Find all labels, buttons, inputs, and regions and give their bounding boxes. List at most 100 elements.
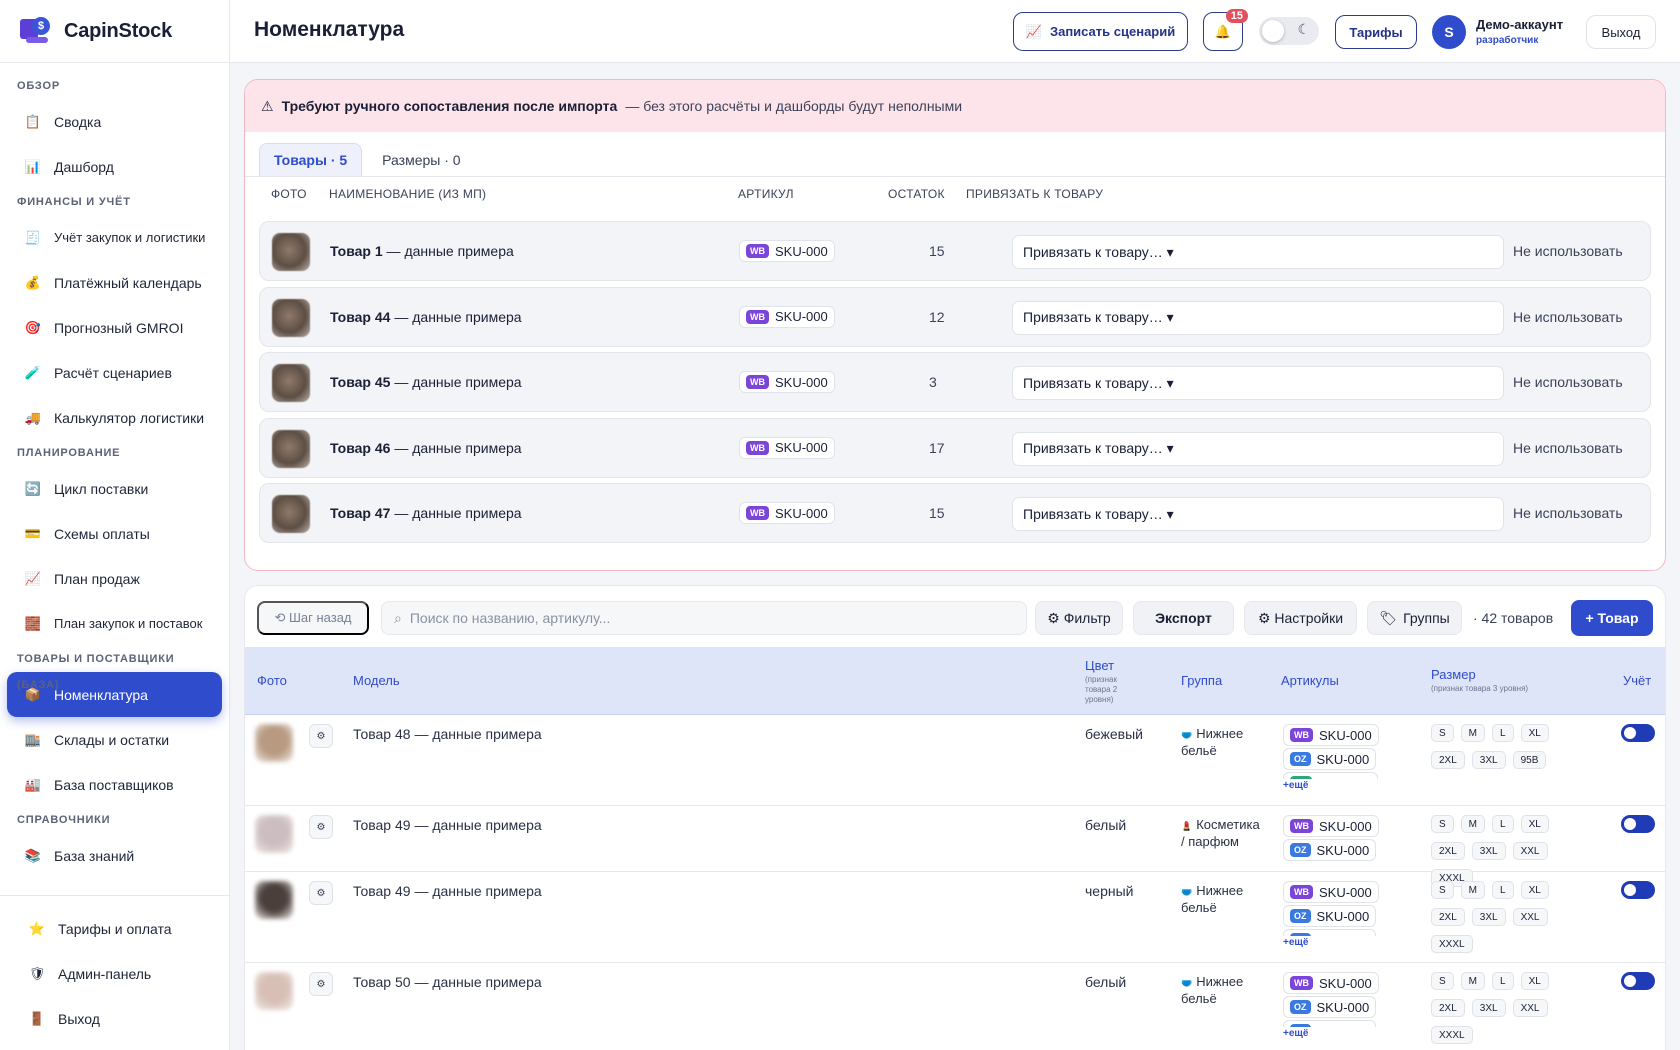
sidebar-item[interactable]: 🚚 Калькулятор логистики	[7, 395, 222, 440]
sku-badge: WB SKU-000	[1283, 724, 1379, 746]
undo-button[interactable]: ⟲ Шаг назад	[257, 601, 369, 635]
do-not-use-link[interactable]: Не использовать	[1513, 440, 1623, 456]
filter-button[interactable]: ⚙ Фильтр	[1035, 601, 1123, 635]
link-to-product-select[interactable]: Привязать к товару… ▾	[1012, 366, 1504, 400]
sku-code: SKU-000	[1316, 908, 1370, 924]
alert-title: Требуют ручного сопоставления после импо…	[281, 98, 618, 114]
sidebar-item-label: Номенклатура	[54, 686, 148, 703]
sidebar-item[interactable]: 🏬 Склады и остатки	[7, 717, 222, 762]
link-to-product-select[interactable]: Привязать к товару… ▾	[1012, 300, 1504, 335]
size-chip: XXL	[1512, 908, 1548, 926]
product-thumbnail	[255, 815, 293, 853]
do-not-use-link[interactable]: Не использовать	[1513, 309, 1623, 325]
model-name[interactable]: Товар 49 — данные примера	[353, 883, 542, 899]
marketplace-badge: WB	[746, 440, 769, 455]
col-name: НАИМЕНОВАНИЕ (ИЗ МП)	[329, 187, 487, 201]
product-thumbnail	[272, 364, 310, 402]
brand[interactable]: $ CapinStock	[0, 0, 229, 63]
money-bag-icon: 💰	[24, 274, 42, 290]
show-more-link[interactable]: +ещё	[1283, 937, 1308, 948]
th-accounting[interactable]: Учёт	[1623, 673, 1651, 688]
accounting-toggle[interactable]	[1621, 881, 1655, 899]
avatar[interactable]: S	[1432, 15, 1466, 49]
sidebar-item[interactable]: 🧾 Учёт закупок и логистики	[7, 215, 222, 260]
th-group[interactable]: Группа	[1181, 673, 1222, 688]
product-name-rest: — данные примера	[390, 439, 522, 456]
accounting-toggle[interactable]	[1621, 724, 1655, 742]
settings-button[interactable]: ⚙ Настройки	[1244, 601, 1357, 635]
model-name[interactable]: Товар 50 — данные примера	[353, 974, 542, 990]
do-not-use-link[interactable]: Не использовать	[1513, 505, 1623, 521]
sidebar-bottom-item[interactable]: 🛡 Админ-панель	[7, 951, 223, 996]
tariffs-button[interactable]: Тарифы	[1335, 15, 1417, 49]
show-more-link[interactable]: +ещё	[1283, 1028, 1308, 1039]
brand-logo-icon: $	[20, 17, 54, 45]
sidebar-item[interactable]: 📊 Дашборд	[7, 144, 222, 189]
th-skus[interactable]: Артикулы	[1281, 673, 1339, 688]
product-name-rest: — данные примера	[390, 374, 522, 390]
search-box[interactable]: ⌕	[381, 601, 1027, 635]
mapping-tab[interactable]: Товары · 5	[259, 143, 363, 176]
row-settings-button[interactable]: ⚙	[309, 815, 333, 839]
toggle-knob	[1624, 975, 1636, 987]
row-settings-button[interactable]: ⚙	[309, 881, 333, 905]
sku-badge: OZ SKU-000	[1283, 905, 1377, 927]
sidebar-item[interactable]: 💰 Платёжный календарь	[7, 260, 222, 305]
notifications-button[interactable]: 🔔 15	[1203, 9, 1248, 51]
sidebar-item[interactable]: 🔄 Цикл поставки	[7, 466, 222, 511]
link-to-product-select[interactable]: Привязать к товару… ▾	[1012, 431, 1504, 466]
size-chip: XL	[1520, 972, 1549, 990]
th-color[interactable]: Цвет (признак товара 2 уровня)	[1085, 658, 1133, 705]
sidebar-item[interactable]: 💳 Схемы оплаты	[7, 511, 222, 556]
mapping-row: Товар 46 — данные примера WB SKU-000 17 Прив…	[259, 417, 1651, 478]
sidebar-item[interactable]: 📈 План продаж	[7, 556, 222, 601]
col-photo: ФОТО	[271, 187, 307, 201]
sidebar-bottom-item[interactable]: ⭐ Тарифы и оплата	[7, 906, 223, 951]
row-settings-button[interactable]: ⚙	[309, 724, 333, 748]
warning-icon: ⚠	[261, 97, 274, 114]
groups-button[interactable]: 🏷 Группы	[1367, 601, 1462, 635]
cycle-icon: 🔄	[24, 480, 42, 496]
sidebar-item-label: Платёжный календарь	[54, 274, 202, 291]
th-size-note: (признак товара 3 уровня)	[1431, 684, 1529, 693]
sidebar-item[interactable]: 🏭 База поставщиков	[7, 762, 222, 807]
link-to-product-select[interactable]: Привязать к товару… ▾	[1012, 235, 1504, 269]
card-icon: 💳	[24, 525, 42, 541]
sidebar-item[interactable]: 🧪 Расчёт сценариев	[7, 350, 222, 395]
th-model[interactable]: Модель	[353, 673, 400, 688]
nav-section-title: ФИНАНСЫ И УЧЁТ	[17, 196, 131, 208]
sidebar-bottom-item[interactable]: 🚪 Выход	[7, 996, 223, 1041]
do-not-use-link[interactable]: Не использовать	[1513, 243, 1623, 259]
brush-icon: 🧪	[24, 364, 42, 380]
sidebar-item[interactable]: 🎯 Прогнозный GMROI	[7, 305, 222, 350]
sku-code: SKU-000	[1319, 884, 1372, 900]
record-scenario-button[interactable]: 📈 Записать сценарий	[1013, 12, 1188, 51]
marketplace-badge: WB	[1290, 976, 1313, 990]
size-chip: M	[1460, 972, 1486, 990]
th-color-note: (признак товара 2 уровня)	[1085, 675, 1118, 704]
do-not-use-link[interactable]: Не использовать	[1513, 374, 1623, 390]
th-size[interactable]: Размер (признак товара 3 уровня)	[1431, 667, 1528, 694]
th-photo[interactable]: Фото	[257, 673, 287, 688]
sidebar-item[interactable]: 🧱 План закупок и поставок	[7, 601, 222, 646]
export-button[interactable]: Экспорт	[1133, 601, 1234, 635]
model-name[interactable]: Товар 48 — данные примера	[353, 726, 542, 742]
logout-button[interactable]: Выход	[1586, 15, 1656, 49]
link-to-product-select[interactable]: Привязать к товару… ▾	[1012, 497, 1504, 531]
search-input[interactable]	[409, 610, 970, 626]
theme-toggle[interactable]: ☾	[1259, 17, 1319, 45]
add-product-button[interactable]: + Товар	[1571, 600, 1653, 636]
accounting-toggle[interactable]	[1621, 815, 1655, 833]
show-more-link[interactable]: +ещё	[1283, 780, 1308, 791]
col-sku: АРТИКУЛ	[738, 187, 794, 201]
mapping-tab[interactable]: Размеры · 0	[368, 143, 474, 176]
marketplace-badge: OZ	[1290, 1024, 1311, 1027]
accounting-toggle[interactable]	[1621, 972, 1655, 990]
table-row: ⚙ Товар 50 — данные примера белый 🩲 Нижнее б…	[245, 963, 1665, 1050]
model-name[interactable]: Товар 49 — данные примера	[353, 817, 542, 833]
product-thumbnail	[272, 298, 310, 337]
sidebar-item[interactable]: 📚 База знаний	[7, 833, 222, 878]
row-settings-button[interactable]: ⚙	[309, 972, 333, 996]
sidebar-item[interactable]: 📋 Сводка	[7, 99, 222, 144]
sidebar-item-label: Прогнозный GMROI	[54, 319, 184, 336]
